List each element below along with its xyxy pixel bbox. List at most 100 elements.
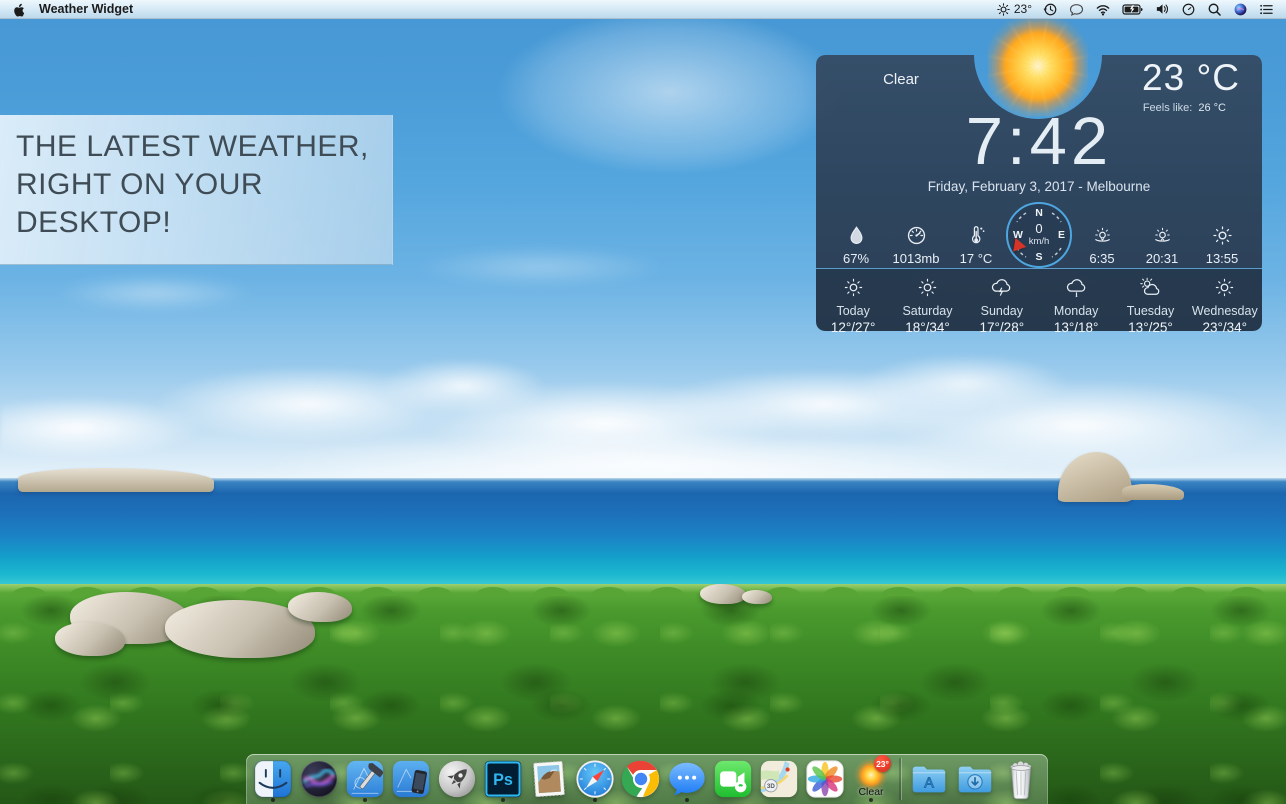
apple-logo-icon (12, 2, 25, 17)
time-machine-icon (1043, 2, 1058, 17)
dock-item-siri[interactable] (297, 755, 341, 803)
forecast-sunday: Sunday17°/28° (965, 269, 1039, 331)
launchpad-icon (436, 758, 478, 800)
dock-item-trash[interactable] (999, 755, 1043, 803)
status-chat[interactable] (1069, 0, 1084, 19)
dock-item-downloads-folder[interactable] (953, 755, 997, 803)
svg-text:A: A (924, 776, 934, 792)
list-bullets-icon (1259, 3, 1274, 16)
status-notification-center[interactable] (1259, 0, 1274, 19)
status-spotlight[interactable] (1207, 0, 1222, 19)
finder-icon (252, 758, 294, 800)
forecast-temps: 13°/18° (1054, 320, 1099, 335)
forecast-day-label: Tuesday (1127, 304, 1174, 318)
svg-text:Ps: Ps (493, 771, 513, 789)
dock-item-maps[interactable]: 3D (757, 755, 801, 803)
island-right-tail (1122, 484, 1184, 500)
status-weather-label: 23° (1014, 2, 1032, 16)
stat-temperature: 17 °C (948, 224, 1004, 268)
stat-sunset-value: 20:31 (1146, 251, 1179, 266)
status-time-machine[interactable] (1043, 0, 1058, 19)
rain-icon (1064, 276, 1089, 299)
stat-humidity: 67% (828, 224, 884, 268)
dock-item-chrome[interactable] (619, 755, 663, 803)
status-battery[interactable] (1122, 0, 1144, 19)
chat-bubble-icon (1069, 2, 1084, 17)
promo-banner: THE LATEST WEATHER, RIGHT ON YOUR DESKTO… (0, 115, 393, 265)
dock-item-mail[interactable] (527, 755, 571, 803)
partly-cloudy-icon (1138, 276, 1163, 299)
promo-text: THE LATEST WEATHER, RIGHT ON YOUR DESKTO… (16, 128, 376, 242)
running-indicator-dot (593, 798, 597, 802)
forecast-day-label: Monday (1054, 304, 1098, 318)
wifi-icon (1095, 2, 1111, 17)
xcode-icon (344, 758, 386, 800)
magnifier-icon (1207, 2, 1222, 17)
dock-item-xcode[interactable] (343, 755, 387, 803)
stat-sunset: 20:31 (1134, 224, 1190, 268)
status-siri[interactable] (1233, 0, 1248, 19)
wind-speed: 0 (1004, 221, 1074, 236)
mail-icon (528, 758, 570, 800)
menu-bar: Weather Widget 23° (0, 0, 1286, 19)
forecast-temps: 18°/34° (905, 320, 950, 335)
stat-daylight: 13:55 (1194, 224, 1250, 268)
date-location: Friday, February 3, 2017 - Melbourne (816, 179, 1262, 194)
svg-text:3D: 3D (767, 783, 775, 790)
stat-sunrise: 6:35 (1074, 224, 1130, 268)
status-area: 23° (985, 0, 1274, 19)
forecast-day-label: Wednesday (1192, 304, 1258, 318)
dock-item-facetime[interactable] (711, 755, 755, 803)
messages-icon (666, 758, 708, 800)
stats-row: 67%1013mb17 °C N E S W 0 km/h (828, 213, 1250, 268)
photoshop-icon: Ps (482, 758, 524, 800)
stat-pressure-value: 1013mb (893, 251, 940, 266)
folder-a-icon: A (908, 758, 950, 800)
forecast-temps: 23°/34° (1203, 320, 1248, 335)
dock-item-photoshop[interactable]: Ps (481, 755, 525, 803)
weather-widget[interactable]: Clear 23 °C Feels like:26 °C 7:42 Friday… (816, 55, 1262, 331)
sun-icon (1212, 276, 1237, 299)
volume-icon (1155, 2, 1170, 16)
compass-south: S (1035, 251, 1042, 263)
stat-temperature-value: 17 °C (960, 251, 993, 266)
dock-item-xcode-device[interactable] (389, 755, 433, 803)
forecast-temps: 12°/27° (831, 320, 876, 335)
dock-item-label: Clear (858, 786, 883, 798)
compass-north: N (1035, 207, 1043, 219)
storm-icon (989, 276, 1014, 299)
forecast-row: Today12°/27°Saturday18°/34°Sunday17°/28°… (816, 269, 1262, 331)
forecast-temps: 13°/25° (1128, 320, 1173, 335)
shoreline-bushes (0, 574, 1286, 596)
wind-compass: N E S W 0 km/h (1004, 200, 1074, 270)
pressure-icon (905, 224, 928, 247)
condition-label: Clear (854, 71, 948, 88)
stat-humidity-value: 67% (843, 251, 869, 266)
dock-item-launchpad[interactable] (435, 755, 479, 803)
menu-bar-app-name[interactable]: Weather Widget (39, 2, 133, 16)
stat-daylight-value: 13:55 (1206, 251, 1239, 266)
sun-icon (915, 276, 940, 299)
status-timer[interactable] (1181, 0, 1196, 19)
status-weather[interactable]: 23° (996, 0, 1032, 19)
chrome-icon (620, 758, 662, 800)
dock-item-messages[interactable] (665, 755, 709, 803)
siri-orb-icon (1233, 2, 1248, 17)
dock-item-finder[interactable] (251, 755, 295, 803)
running-indicator-dot (363, 798, 367, 802)
dock-item-safari[interactable] (573, 755, 617, 803)
xcode-device-icon (390, 758, 432, 800)
status-volume[interactable] (1155, 0, 1170, 19)
dock-item-applications-folder[interactable]: A (907, 755, 951, 803)
photos-icon (804, 758, 846, 800)
dock-item-weather-widget[interactable]: 23°Clear (849, 755, 893, 803)
forecast-wednesday: Wednesday23°/34° (1188, 269, 1262, 331)
apple-menu[interactable] (12, 2, 25, 17)
forecast-tuesday: Tuesday13°/25° (1113, 269, 1187, 331)
status-wifi[interactable] (1095, 0, 1111, 19)
rocks (288, 592, 352, 622)
running-indicator-dot (501, 798, 505, 802)
dock-item-photos[interactable] (803, 755, 847, 803)
menubar-sun-icon (996, 2, 1011, 17)
forecast-today: Today12°/27° (816, 269, 890, 331)
